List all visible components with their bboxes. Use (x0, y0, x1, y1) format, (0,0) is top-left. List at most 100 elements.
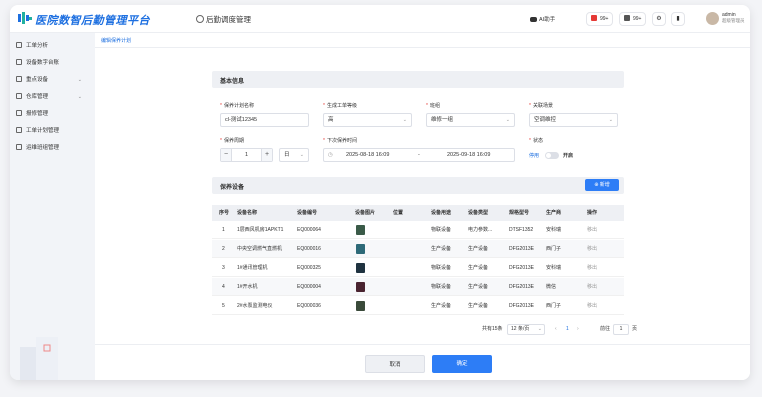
robot-icon (530, 17, 537, 22)
cell-name: 1层西风机房1APKT1 (237, 227, 284, 233)
range-separator: - (418, 152, 420, 158)
add-equipment-button[interactable]: ⊕ 新增 (585, 179, 619, 191)
refresh-icon (196, 15, 204, 23)
equipment-thumbnail[interactable] (356, 282, 365, 292)
cell-model: DFG2013E (509, 246, 535, 252)
main-content: 编辑保养计划 基本信息 * 保养计划名称 cl-测试12345 * 生成工单等级 高… (95, 33, 750, 380)
next-time-end: 2025-09-18 16:09 (447, 152, 491, 158)
team-select[interactable]: 维修一组 ⌄ (426, 113, 515, 127)
status-toggle[interactable] (545, 152, 559, 159)
period-value: 1 (244, 152, 249, 158)
calendar-icon (16, 127, 22, 133)
column-header: 操作 (587, 210, 598, 216)
remove-button[interactable]: 移出 (587, 278, 597, 296)
equipment-thumbnail[interactable] (356, 244, 365, 254)
remove-button[interactable]: 移出 (587, 259, 597, 277)
cell-code: EQ000036 (297, 303, 321, 309)
page-title: 后勤调度管理 (196, 14, 251, 25)
equipment-thumbnail[interactable] (356, 301, 365, 311)
page-size-value: 12 条/页 (511, 326, 530, 332)
cell-type: 生产设备 (468, 303, 489, 309)
cell-name: 2#水泵监测电仪 (237, 303, 273, 309)
current-page[interactable]: 1 (566, 324, 569, 335)
period-unit-select[interactable]: 日 ⌄ (279, 148, 309, 162)
cell-maker: 安科瑞 (546, 227, 562, 233)
sidebar-item-equipment-ledger[interactable]: 设备数字台账 (16, 57, 84, 69)
cell-no: 4 (222, 284, 225, 290)
basic-info-title: 基本信息 (220, 79, 245, 85)
plan-name-input[interactable]: cl-测试12345 (220, 113, 309, 127)
cell-type: 生产设备 (468, 246, 489, 252)
sidebar-item-label: 重点设备 (26, 77, 49, 83)
avatar[interactable] (706, 12, 719, 25)
column-header: 设备编号 (297, 210, 318, 216)
scene-select[interactable]: 空调维控 ⌄ (529, 113, 618, 127)
message-badge[interactable]: 99+ (619, 12, 647, 26)
sidebar-item-label: 设备数字台账 (26, 60, 60, 66)
add-label: 新增 (599, 182, 610, 188)
equipment-thumbnail[interactable] (356, 263, 365, 273)
page-size-select[interactable]: 12 条/页 ⌄ (507, 324, 545, 335)
video-button[interactable]: ▮ (671, 12, 685, 26)
level-select[interactable]: 高 ⌄ (323, 113, 412, 127)
form-footer: 取消 确定 (95, 344, 750, 380)
minus-button[interactable]: − (221, 149, 232, 161)
goto-page-input[interactable]: 1 (613, 324, 629, 335)
cell-name: 1#通讯管理机 (237, 265, 268, 271)
sidebar-item-repair[interactable]: 报修管理 (16, 108, 84, 120)
remove-button[interactable]: 移出 (587, 240, 597, 258)
remove-button[interactable]: 移出 (587, 297, 597, 315)
equipment-thumbnail[interactable] (356, 225, 365, 235)
warehouse-icon (16, 93, 22, 99)
table-row: 2 中央空调燃气直燃机 EQ000016 生产设备 生产设备 DFG2013E 西门子 移出 (212, 240, 624, 258)
next-time-label: * 下次保养时间 (323, 138, 357, 144)
brand-title: 医院数智后勤管理平台 (35, 15, 150, 27)
sidebar-item-ops-team[interactable]: 运维班组管理 (16, 142, 84, 154)
confirm-button[interactable]: 确定 (432, 355, 492, 373)
settings-button[interactable]: ⚙ (652, 12, 666, 26)
sidebar-item-work-order-analysis[interactable]: 工单分析 (16, 40, 84, 52)
status-label: * 状态 (529, 138, 543, 144)
chevron-down-icon: ⌄ (505, 117, 510, 123)
period-stepper[interactable]: − 1 + (220, 148, 273, 162)
cell-type: 生产设备 (468, 284, 489, 290)
chevron-down-icon: ⌄ (77, 94, 82, 100)
cell-code: EQ000004 (297, 284, 321, 290)
next-page-button[interactable]: › (577, 324, 579, 335)
alarm-badge[interactable]: 99+ (586, 12, 614, 26)
cell-usage: 物联设备 (431, 284, 452, 290)
team-label: * 班组 (426, 103, 440, 109)
sidebar-item-warehouse[interactable]: 仓库管理 ⌄ (16, 91, 84, 103)
cell-usage: 生产设备 (431, 246, 452, 252)
sidebar-item-label: 工单分析 (26, 43, 49, 49)
chevron-down-icon: ⌄ (77, 77, 82, 83)
cancel-button[interactable]: 取消 (365, 355, 425, 373)
gear-icon: ⚙ (656, 16, 662, 22)
message-icon (624, 15, 630, 21)
remove-button[interactable]: 移出 (587, 221, 597, 239)
chevron-down-icon: ⌄ (299, 152, 304, 158)
cell-model: DTSF1352 (509, 227, 534, 233)
cell-code: EQ000325 (297, 265, 321, 271)
cell-maker: 安科瑞 (546, 265, 562, 271)
chart-icon (16, 42, 22, 48)
ai-assistant-button[interactable]: AI助手 (530, 15, 555, 23)
cell-type: 电力参数... (468, 227, 493, 233)
plus-button[interactable]: + (261, 149, 272, 161)
table-row: 1 1层西风机房1APKT1 EQ000064 物联设备 电力参数... DTSF1352… (212, 221, 624, 239)
cell-name: 1#开水机 (237, 284, 258, 290)
table-row: 4 1#开水机 EQ000004 物联设备 生产设备 DFG2013E 微信 移出 (212, 278, 624, 296)
alarm-icon (591, 15, 597, 21)
status-off-label: 停用 (529, 153, 540, 159)
sidebar-item-key-equipment[interactable]: 重点设备 ⌄ (16, 74, 84, 86)
prev-page-button[interactable]: ‹ (555, 324, 557, 335)
next-time-start: 2025-08-18 16:09 (346, 152, 390, 158)
chevron-down-icon: ⌄ (402, 117, 407, 123)
breadcrumb: 编辑保养计划 (101, 38, 132, 44)
logo-icon (18, 12, 32, 24)
next-time-range-picker[interactable]: ◷ 2025-08-18 16:09 - 2025-09-18 16:09 (323, 148, 515, 162)
column-header: 设备用途 (431, 210, 452, 216)
cell-name: 中央空调燃气直燃机 (237, 246, 283, 252)
user-info[interactable]: admin 超级管理员 (722, 12, 745, 24)
sidebar-item-work-order-plan[interactable]: 工单计划管理 (16, 125, 84, 137)
